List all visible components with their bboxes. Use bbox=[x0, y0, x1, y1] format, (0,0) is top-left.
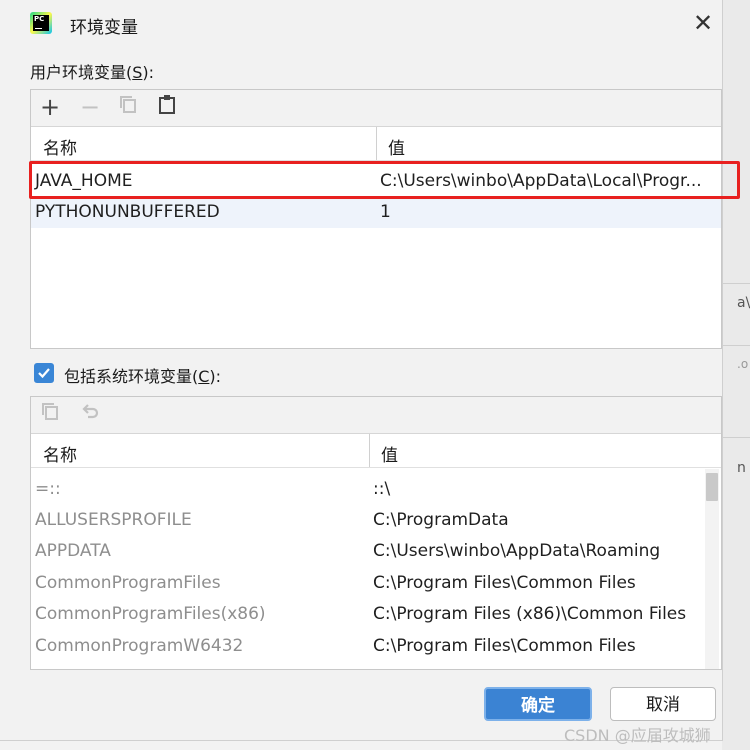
system-env-label-suffix: ): bbox=[209, 367, 222, 386]
user-env-label: 用户环境变量(S): bbox=[30, 59, 154, 83]
background-text: a\ bbox=[737, 295, 750, 311]
user-env-panel: + − 名称 值 JAVA_HOME C:\Users\winbo\AppDat… bbox=[30, 89, 722, 349]
column-header-name[interactable]: 名称 bbox=[43, 441, 77, 466]
system-env-scrollbar[interactable] bbox=[705, 469, 719, 669]
variable-name: CommonProgramFiles bbox=[35, 573, 221, 593]
pycharm-app-icon: PC bbox=[30, 12, 52, 34]
column-header-value[interactable]: 值 bbox=[381, 441, 398, 466]
variable-value: C:\ProgramData bbox=[373, 510, 509, 530]
table-row[interactable]: CommonProgramW6432 C:\Program Files\Comm… bbox=[31, 631, 705, 662]
undo-icon[interactable] bbox=[77, 401, 103, 427]
scrollbar-thumb[interactable] bbox=[706, 473, 718, 501]
column-resize-handle[interactable] bbox=[376, 127, 377, 160]
table-row[interactable]: APPDATA C:\Users\winbo\AppData\Roaming bbox=[31, 536, 705, 567]
user-env-label-suffix: ): bbox=[142, 63, 155, 82]
user-env-toolbar: + − bbox=[31, 90, 721, 127]
table-row[interactable]: CommonProgramFiles(x86) C:\Program Files… bbox=[31, 599, 705, 630]
app-icon-label: PC bbox=[33, 15, 49, 31]
system-env-toolbar bbox=[31, 397, 721, 434]
table-row[interactable]: ALLUSERSPROFILE C:\ProgramData bbox=[31, 505, 705, 536]
cancel-button[interactable]: 取消 bbox=[610, 687, 716, 721]
user-env-label-mnemonic: S bbox=[132, 63, 143, 82]
copy-icon[interactable] bbox=[37, 401, 63, 427]
system-env-label-mnemonic: C bbox=[198, 367, 210, 386]
background-divider bbox=[722, 283, 750, 284]
watermark: CSDN @应届攻城狮 bbox=[564, 726, 711, 745]
table-row[interactable]: PYTHONUNBUFFERED 1 bbox=[31, 197, 721, 228]
variable-name: PYTHONUNBUFFERED bbox=[35, 202, 220, 222]
ok-button[interactable]: 确定 bbox=[484, 687, 592, 721]
system-env-header: 名称 值 bbox=[31, 434, 721, 468]
variable-name: ALLUSERSPROFILE bbox=[35, 510, 192, 530]
title-bar: PC 环境变量 ✕ bbox=[0, 0, 722, 46]
dialog-title: 环境变量 bbox=[70, 18, 138, 38]
include-system-env-checkbox[interactable] bbox=[34, 363, 54, 383]
variable-value: C:\Users\winbo\AppData\Local\Progr... bbox=[380, 171, 702, 191]
table-row[interactable]: =:: ::\ bbox=[31, 474, 705, 505]
variable-value: C:\Program Files (x86)\Common Files bbox=[373, 604, 687, 624]
background-divider bbox=[722, 437, 750, 438]
variable-name: CommonProgramFiles(x86) bbox=[35, 604, 266, 624]
variable-value: 1 bbox=[380, 202, 391, 222]
system-env-label: 包括系统环境变量(C): bbox=[64, 363, 221, 387]
variable-name: CommonProgramW6432 bbox=[35, 636, 244, 656]
copy-icon[interactable] bbox=[115, 94, 141, 120]
variable-name: =:: bbox=[35, 479, 61, 499]
column-header-name[interactable]: 名称 bbox=[43, 134, 77, 159]
table-row[interactable]: JAVA_HOME C:\Users\winbo\AppData\Local\P… bbox=[31, 166, 721, 197]
background-text: .o bbox=[737, 357, 749, 371]
background-text: n bbox=[737, 460, 746, 476]
remove-icon[interactable]: − bbox=[77, 94, 103, 120]
user-env-header: 名称 值 bbox=[31, 127, 721, 161]
background-window bbox=[722, 0, 750, 750]
variable-value: C:\Program Files\Common Files bbox=[373, 636, 636, 656]
system-env-label-prefix: 包括系统环境变量( bbox=[64, 367, 199, 386]
variable-value: C:\Program Files\Common Files bbox=[373, 573, 636, 593]
variable-value: C:\Users\winbo\AppData\Roaming bbox=[373, 541, 661, 561]
background-divider bbox=[722, 345, 750, 346]
system-env-panel: 名称 值 =:: ::\ ALLUSERSPROFILE C:\ProgramD… bbox=[30, 396, 722, 670]
table-row[interactable]: CommonProgramFiles C:\Program Files\Comm… bbox=[31, 568, 705, 599]
user-env-label-prefix: 用户环境变量( bbox=[30, 63, 133, 82]
variable-value: ::\ bbox=[373, 479, 391, 499]
environment-variables-dialog: PC 环境变量 ✕ 用户环境变量(S): + − 名称 值 JAVA_HOME … bbox=[0, 0, 723, 741]
column-resize-handle[interactable] bbox=[369, 434, 370, 467]
add-icon[interactable]: + bbox=[37, 94, 63, 120]
close-icon[interactable]: ✕ bbox=[688, 8, 718, 38]
variable-name: APPDATA bbox=[35, 541, 111, 561]
column-header-value[interactable]: 值 bbox=[388, 134, 405, 159]
paste-icon[interactable] bbox=[154, 94, 180, 120]
variable-name: JAVA_HOME bbox=[35, 171, 133, 191]
